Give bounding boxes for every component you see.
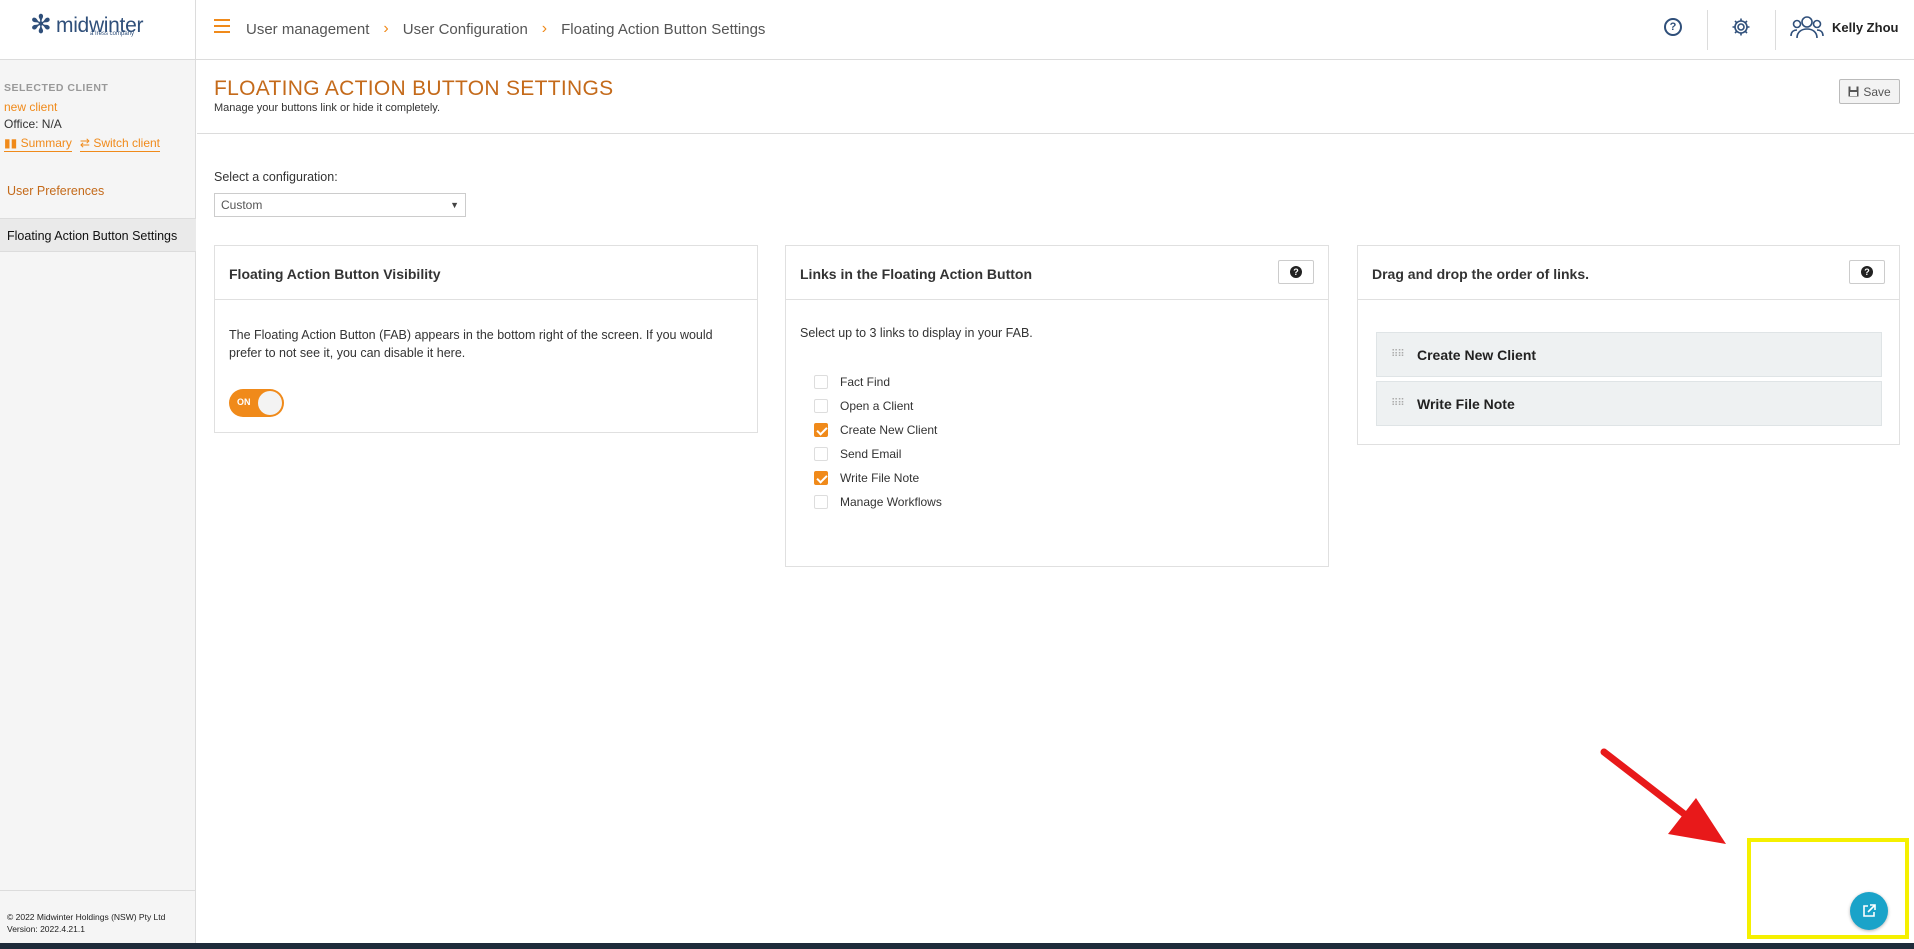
swap-icon: ⇄ xyxy=(79,136,90,150)
snowflake-icon: ✻ xyxy=(30,9,52,39)
switch-client-link[interactable]: ⇄ Switch client xyxy=(79,136,161,152)
link-option-checkbox[interactable] xyxy=(814,495,828,509)
office-text: Office: N/A xyxy=(4,117,62,131)
chevron-right-icon: › xyxy=(541,20,548,37)
link-option-row[interactable]: Create New Client xyxy=(814,418,942,442)
draggable-link-label: Create New Client xyxy=(1417,346,1537,363)
draggable-link-label: Write File Note xyxy=(1417,395,1515,412)
question-icon: ? xyxy=(1290,266,1302,278)
logo-tagline: a Iress company xyxy=(90,31,135,37)
links-description: Select up to 3 links to display in your … xyxy=(800,326,1033,340)
annotation-highlight-box xyxy=(1747,838,1909,939)
copyright-text: © 2022 Midwinter Holdings (NSW) Pty Ltd xyxy=(7,912,166,922)
breadcrumb: User management › User Configuration › F… xyxy=(246,20,765,38)
switch-client-label: Switch client xyxy=(93,136,161,150)
link-option-checkbox[interactable] xyxy=(814,471,828,485)
users-icon xyxy=(1790,16,1824,39)
caret-down-icon: ▼ xyxy=(450,200,459,210)
configuration-value: Custom xyxy=(221,198,263,212)
sidebar-item-fab-settings[interactable]: Floating Action Button Settings xyxy=(0,218,196,252)
order-help-button[interactable]: ? xyxy=(1849,260,1885,284)
floppy-disk-icon xyxy=(1848,86,1859,97)
link-option-row[interactable]: Fact Find xyxy=(814,370,942,394)
configuration-label: Select a configuration: xyxy=(214,170,338,184)
help-icon[interactable]: ? xyxy=(1662,16,1684,38)
visibility-panel: Floating Action Button Visibility The Fl… xyxy=(214,245,758,433)
hamburger-menu-icon[interactable] xyxy=(214,19,230,33)
selected-client-label: SELECTED CLIENT xyxy=(4,82,109,94)
links-panel-title: Links in the Floating Action Button xyxy=(800,266,1033,282)
book-icon: ▮▮ xyxy=(4,136,18,150)
chevron-right-icon: › xyxy=(383,20,389,37)
page-title: FLOATING ACTION BUTTON SETTINGS xyxy=(214,77,614,100)
breadcrumb-current: Floating Action Button Settings xyxy=(561,20,766,38)
gear-icon[interactable] xyxy=(1730,16,1752,38)
external-link-icon xyxy=(1863,904,1876,917)
breadcrumb-user-management[interactable]: User management xyxy=(246,21,369,38)
link-option-checkbox[interactable] xyxy=(814,375,828,389)
link-option-row[interactable]: Manage Workflows xyxy=(814,490,942,514)
visibility-panel-title: Floating Action Button Visibility xyxy=(215,246,757,300)
link-option-label: Write File Note xyxy=(840,471,920,485)
toggle-knob xyxy=(258,391,282,415)
toggle-label: ON xyxy=(237,397,251,407)
links-panel: Links in the Floating Action Button ? Se… xyxy=(785,245,1329,567)
link-option-row[interactable]: Write File Note xyxy=(814,466,942,490)
user-name: Kelly Zhou xyxy=(1832,19,1899,35)
fab-visibility-toggle[interactable]: ON xyxy=(229,389,284,417)
link-option-label: Open a Client xyxy=(840,399,914,413)
link-options-list: Fact Find Open a Client Create New Client S… xyxy=(814,370,942,514)
link-option-row[interactable]: Open a Client xyxy=(814,394,942,418)
breadcrumb-user-configuration[interactable]: User Configuration xyxy=(403,21,528,38)
drag-handle-icon[interactable]: ⠿⠿ xyxy=(1391,349,1409,359)
footer: © 2022 Midwinter Holdings (NSW) Pty Ltd … xyxy=(7,911,165,935)
logo[interactable]: ✻ midwinter a Iress company xyxy=(0,0,196,60)
page-subtitle: Manage your buttons link or hide it comp… xyxy=(214,102,441,114)
client-name[interactable]: new client xyxy=(4,100,57,114)
taskbar-strip xyxy=(0,943,1914,949)
visibility-description: The Floating Action Button (FAB) appears… xyxy=(229,328,713,360)
save-button-label: Save xyxy=(1863,84,1891,99)
links-panel-header: Links in the Floating Action Button ? xyxy=(786,246,1328,300)
draggable-link-item[interactable]: ⠿⠿ Create New Client xyxy=(1376,332,1882,377)
sidebar-item-user-preferences[interactable]: User Preferences xyxy=(0,184,196,204)
link-option-label: Fact Find xyxy=(840,375,891,389)
summary-link-label: Summary xyxy=(20,136,72,150)
link-option-checkbox[interactable] xyxy=(814,447,828,461)
top-bar: ✻ midwinter a Iress company User managem… xyxy=(0,0,1914,60)
save-button[interactable]: Save xyxy=(1839,79,1900,104)
link-option-label: Manage Workflows xyxy=(840,495,942,509)
link-option-checkbox[interactable] xyxy=(814,399,828,413)
order-panel-header: Drag and drop the order of links. ? xyxy=(1358,246,1899,300)
summary-link[interactable]: ▮▮ Summary xyxy=(4,136,72,152)
version-text: Version: 2022.4.21.1 xyxy=(7,924,85,934)
link-option-checkbox[interactable] xyxy=(814,423,828,437)
question-icon: ? xyxy=(1861,266,1873,278)
annotation-arrow xyxy=(1600,748,1726,844)
floating-action-button[interactable] xyxy=(1850,892,1888,930)
user-menu[interactable]: Kelly Zhou xyxy=(1790,14,1898,40)
draggable-link-item[interactable]: ⠿⠿ Write File Note xyxy=(1376,381,1882,426)
link-option-label: Send Email xyxy=(840,447,902,461)
links-help-button[interactable]: ? xyxy=(1278,260,1314,284)
link-option-label: Create New Client xyxy=(840,423,938,437)
link-option-row[interactable]: Send Email xyxy=(814,442,942,466)
drag-handle-icon[interactable]: ⠿⠿ xyxy=(1391,398,1409,408)
order-panel: Drag and drop the order of links. ? ⠿⠿ C… xyxy=(1357,245,1900,445)
sidebar: SELECTED CLIENT new client Office: N/A ▮… xyxy=(0,60,196,949)
order-panel-title: Drag and drop the order of links. xyxy=(1372,266,1590,282)
configuration-select[interactable]: Custom ▼ xyxy=(214,193,466,217)
